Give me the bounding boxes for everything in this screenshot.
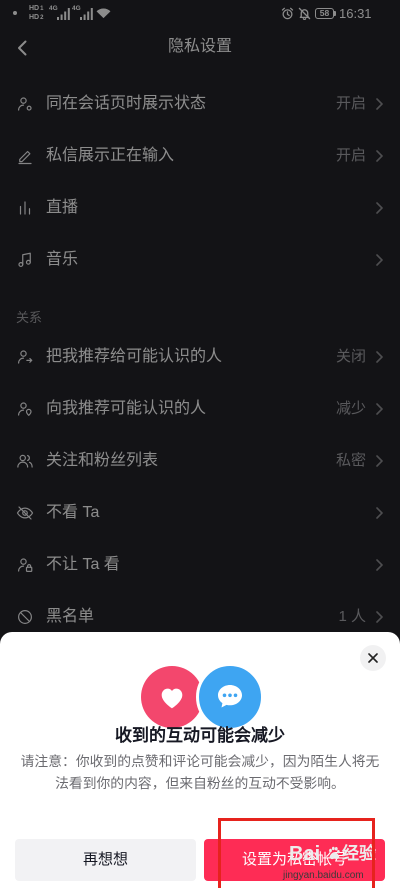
close-icon	[368, 653, 378, 663]
annotation-highlight-box	[218, 818, 375, 888]
privacy-settings-screen: HD1 HD2 4G 4G 58 16:31 隐私设置 同在会话页时展示状态 开…	[0, 0, 400, 888]
chat-bubble-icon	[218, 685, 242, 708]
like-circle	[141, 666, 203, 728]
heart-icon	[161, 688, 183, 709]
close-button[interactable]	[360, 645, 386, 671]
dialog-title: 收到的互动可能会减少	[115, 726, 285, 745]
chat-circle	[196, 663, 264, 731]
dialog-body: 请注意：你收到的点赞和评论可能会减少，因为陌生人将无法看到你的内容，但来自粉丝的…	[20, 754, 380, 791]
cancel-button[interactable]: 再想想	[15, 839, 196, 881]
